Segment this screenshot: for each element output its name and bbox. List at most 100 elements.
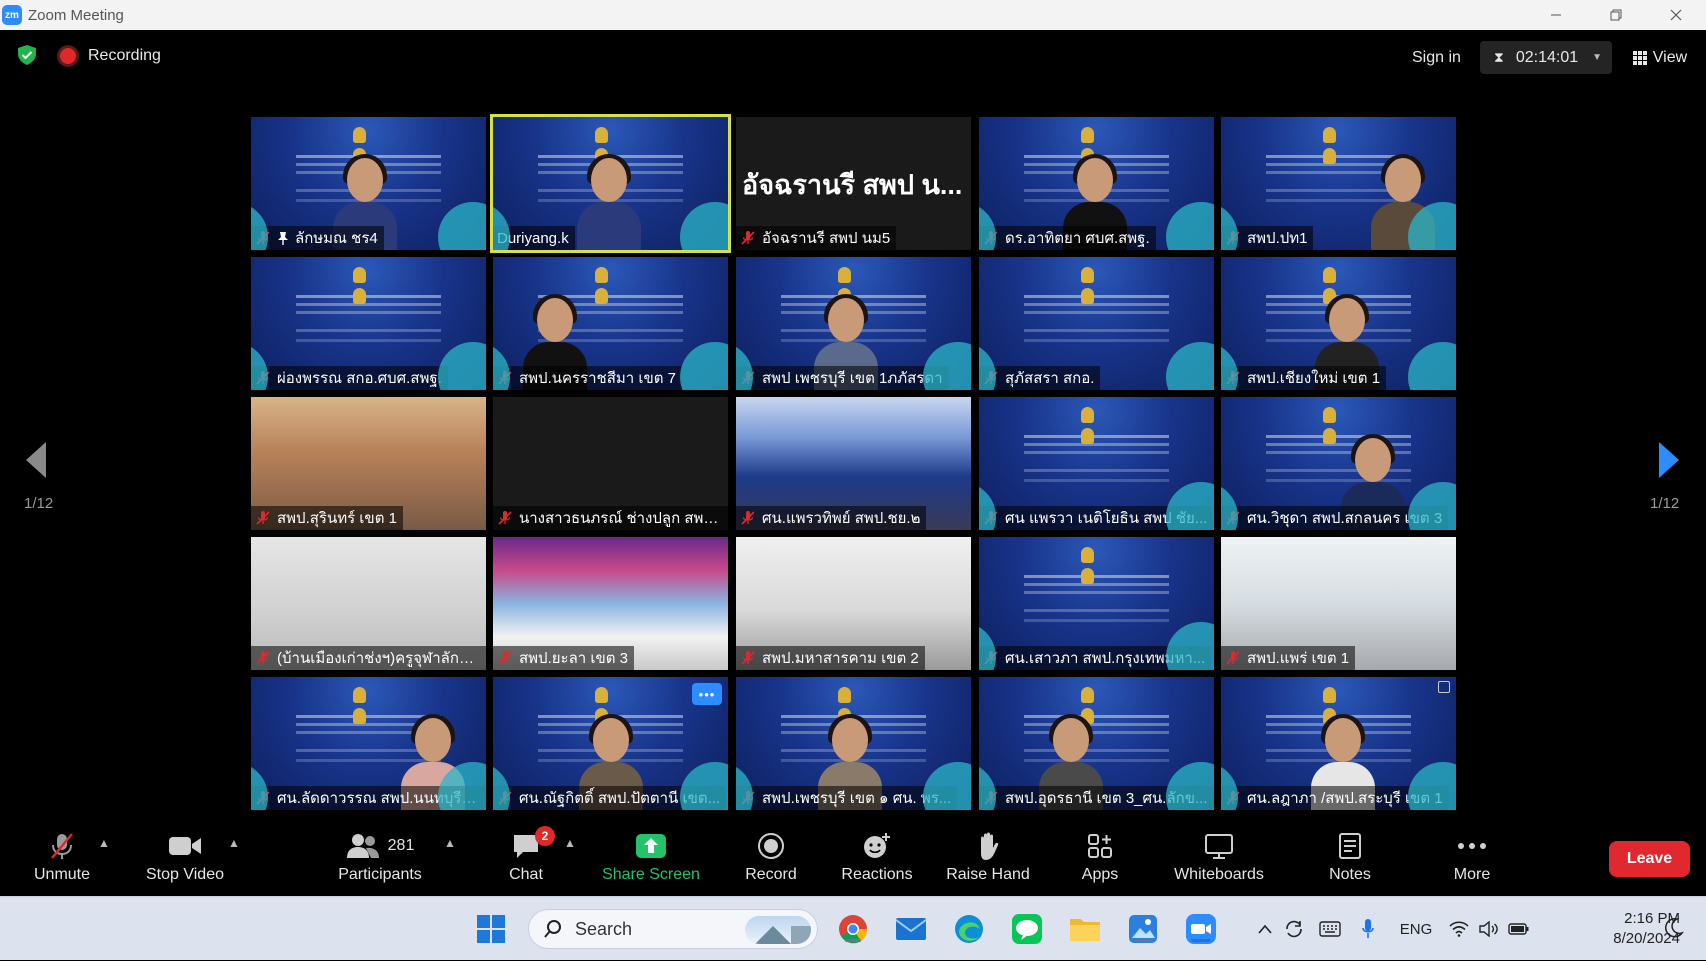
minimize-button[interactable] [1526, 0, 1586, 30]
apps-button[interactable]: Apps [1074, 830, 1126, 892]
notes-button[interactable]: Notes [1324, 830, 1376, 892]
record-label: Record [745, 866, 797, 883]
mic-muted-icon [256, 791, 270, 805]
chat-options-caret-icon[interactable]: ▲ [564, 836, 576, 850]
mic-muted-icon [1226, 511, 1240, 525]
meeting-banner-emblem-icon [1081, 547, 1111, 584]
microphone-in-use-icon[interactable] [1348, 918, 1388, 940]
zoom-app-icon: zm [2, 5, 22, 25]
meeting-banner-emblem-icon [595, 687, 625, 724]
participant-video-tile[interactable]: ••• ศน.ณัฐกิตติ์ สพป.ปัตตานี เขต... [493, 677, 728, 810]
tile-more-options-button[interactable]: ••• [692, 683, 722, 705]
keyboard-icon[interactable] [1312, 921, 1348, 937]
mic-muted-icon [1226, 371, 1240, 385]
participant-video-tile[interactable]: สพป.มหาสารคาม เขต 2 [736, 537, 971, 670]
battery-charging-icon[interactable] [1504, 921, 1534, 937]
participant-video-tile[interactable]: สพป.สุรินทร์ เขต 1 [251, 397, 486, 530]
mic-muted-icon [498, 651, 512, 665]
participants-options-caret-icon[interactable]: ▲ [444, 836, 456, 850]
meeting-banner-emblem-icon [1323, 127, 1353, 164]
participant-video-tile[interactable]: Duriyang.k [490, 114, 731, 253]
participant-video-tile[interactable]: อัจฉรานรี สพป น... อัจฉรานรี สพป นม5 [736, 117, 971, 250]
participant-video-tile[interactable]: สพป.แพร่ เขต 1 [1221, 537, 1456, 670]
participant-video-tile[interactable]: ดร.อาทิตยา ศบศ.สพฐ. [979, 117, 1214, 250]
participant-video-tile[interactable]: ลักษมณ ชร4 [251, 117, 486, 250]
taskbar-photos[interactable] [1126, 912, 1160, 946]
participant-video-tile[interactable]: สพป เพชรบุรี เขต 1ภภัสรดา [736, 257, 971, 390]
wifi-icon[interactable] [1444, 921, 1474, 937]
taskbar-line[interactable] [1010, 912, 1044, 946]
participant-name: ศน.ลฎาภา /สพป.สระบุรี เขต 1 [1247, 790, 1443, 807]
participant-video-tile[interactable]: ศน.แพรวทิพย์ สพป.ชย.๒ [736, 397, 971, 530]
view-button[interactable]: View [1622, 41, 1698, 74]
leave-button[interactable]: Leave [1609, 841, 1690, 877]
participant-video-tile[interactable]: นางสาวธนภรณ์ ช่างปลูก สพป... [493, 397, 728, 530]
participant-name: สพป เพชรบุรี เขต 1ภภัสรดา [762, 370, 943, 387]
taskbar-mail[interactable] [894, 912, 928, 946]
participant-video-tile[interactable]: (บ้านเมืองเก่าช่งฯ)ครูจุฬาลักษ... [251, 537, 486, 670]
participant-video-tile[interactable]: สพป.เชียงใหม่ เขต 1 [1221, 257, 1456, 390]
taskbar-chrome[interactable] [836, 912, 870, 946]
meeting-banner-emblem-icon [838, 687, 868, 724]
participant-video-tile[interactable]: สพป.เพชรบุรี เขต ๑ ศน. พร... [736, 677, 971, 810]
video-options-caret-icon[interactable]: ▲ [228, 836, 240, 850]
windows-start-button[interactable] [474, 912, 508, 946]
meeting-timer[interactable]: ⧗ 02:14:01 ▼ [1480, 41, 1612, 74]
raise-hand-button[interactable]: Raise Hand [942, 830, 1034, 892]
participants-button[interactable]: 281 Participants [330, 830, 430, 892]
sign-in-button[interactable]: Sign in [1402, 44, 1471, 72]
participant-name: สพป.สุรินทร์ เขต 1 [277, 510, 397, 527]
input-language-indicator[interactable]: ENG [1388, 921, 1444, 938]
record-button[interactable]: Record [738, 830, 804, 892]
mic-muted-icon [498, 371, 512, 385]
participant-name: สพป.มหาสารคาม เขต 2 [762, 650, 919, 667]
participant-video-tile[interactable]: ศน แพรวา เนติโยธิน สพป ชัย... [979, 397, 1214, 530]
unmute-button[interactable]: Unmute [30, 830, 94, 892]
reactions-button[interactable]: Reactions [832, 830, 922, 892]
mic-muted-icon [984, 371, 998, 385]
more-button[interactable]: More [1450, 830, 1494, 892]
participant-name-bar: สุภัสสรา สกอ. [979, 366, 1101, 390]
audio-options-caret-icon[interactable]: ▲ [98, 836, 110, 850]
sync-icon[interactable] [1276, 918, 1312, 940]
whiteboard-icon [1205, 834, 1233, 859]
taskbar-zoom[interactable] [1184, 912, 1218, 946]
taskbar-file-explorer[interactable] [1068, 912, 1102, 946]
mic-muted-icon [984, 651, 998, 665]
reactions-smiley-icon [864, 833, 890, 858]
windows-taskbar: Search ENG 2:16 PM 8/20/2024 [0, 896, 1706, 960]
apps-label: Apps [1081, 866, 1119, 883]
participant-video-tile[interactable]: ศน.ลัดดาวรรณ สพป.นนทบุรี เ... [251, 677, 486, 810]
notifications-moon-icon[interactable] [1662, 917, 1685, 944]
mic-muted-icon [984, 511, 998, 525]
close-window-button[interactable] [1646, 0, 1706, 30]
participant-name-bar: นางสาวธนภรณ์ ช่างปลูก สพป... [493, 506, 728, 530]
meeting-banner-emblem-icon [1323, 407, 1353, 444]
whiteboards-button[interactable]: Whiteboards [1168, 830, 1270, 892]
restore-button[interactable] [1586, 0, 1646, 30]
next-page-arrow-icon[interactable] [1657, 440, 1681, 480]
stop-video-button[interactable]: Stop Video [140, 830, 230, 892]
participant-video-tile[interactable]: ศน.วิชุดา สพป.สกลนคร เขต 3 [1221, 397, 1456, 530]
participant-video-tile[interactable]: สพป.อุดรธานี เขต 3_ศน.ลักข... [979, 677, 1214, 810]
previous-page-arrow-icon[interactable] [24, 440, 48, 480]
apps-icon [1088, 834, 1112, 858]
participant-video-tile[interactable]: ผ่องพรรณ สกอ.ศบศ.สพฐ. [251, 257, 486, 390]
participant-video-tile[interactable]: สุภัสสรา สกอ. [979, 257, 1214, 390]
taskbar-search[interactable]: Search [528, 909, 818, 949]
participant-video-tile[interactable]: สพป.นครราชสีมา เขต 7 [493, 257, 728, 390]
taskbar-edge[interactable] [952, 912, 986, 946]
chat-button[interactable]: 2 Chat [500, 826, 555, 892]
participant-video-tile[interactable]: ศน.ลฎาภา /สพป.สระบุรี เขต 1 [1221, 677, 1456, 810]
share-screen-button[interactable]: Share Screen [598, 830, 704, 892]
participant-video-tile[interactable]: ศน.เสาวภา สพป.กรุงเทพมหา... [979, 537, 1214, 670]
recording-indicator[interactable]: Recording [60, 47, 161, 65]
meeting-banner-emblem-icon [353, 127, 383, 164]
participant-name: ศน.วิชุดา สพป.สกลนคร เขต 3 [1247, 510, 1443, 527]
participant-video-tile[interactable]: สพป.ปท1 [1221, 117, 1456, 250]
encryption-shield-icon[interactable] [16, 44, 38, 66]
grid-view-icon [1632, 50, 1647, 65]
volume-icon[interactable] [1474, 921, 1504, 937]
participant-video-tile[interactable]: สพป.ยะลา เขต 3 [493, 537, 728, 670]
show-hidden-icons-chevron-icon[interactable] [1254, 924, 1276, 934]
